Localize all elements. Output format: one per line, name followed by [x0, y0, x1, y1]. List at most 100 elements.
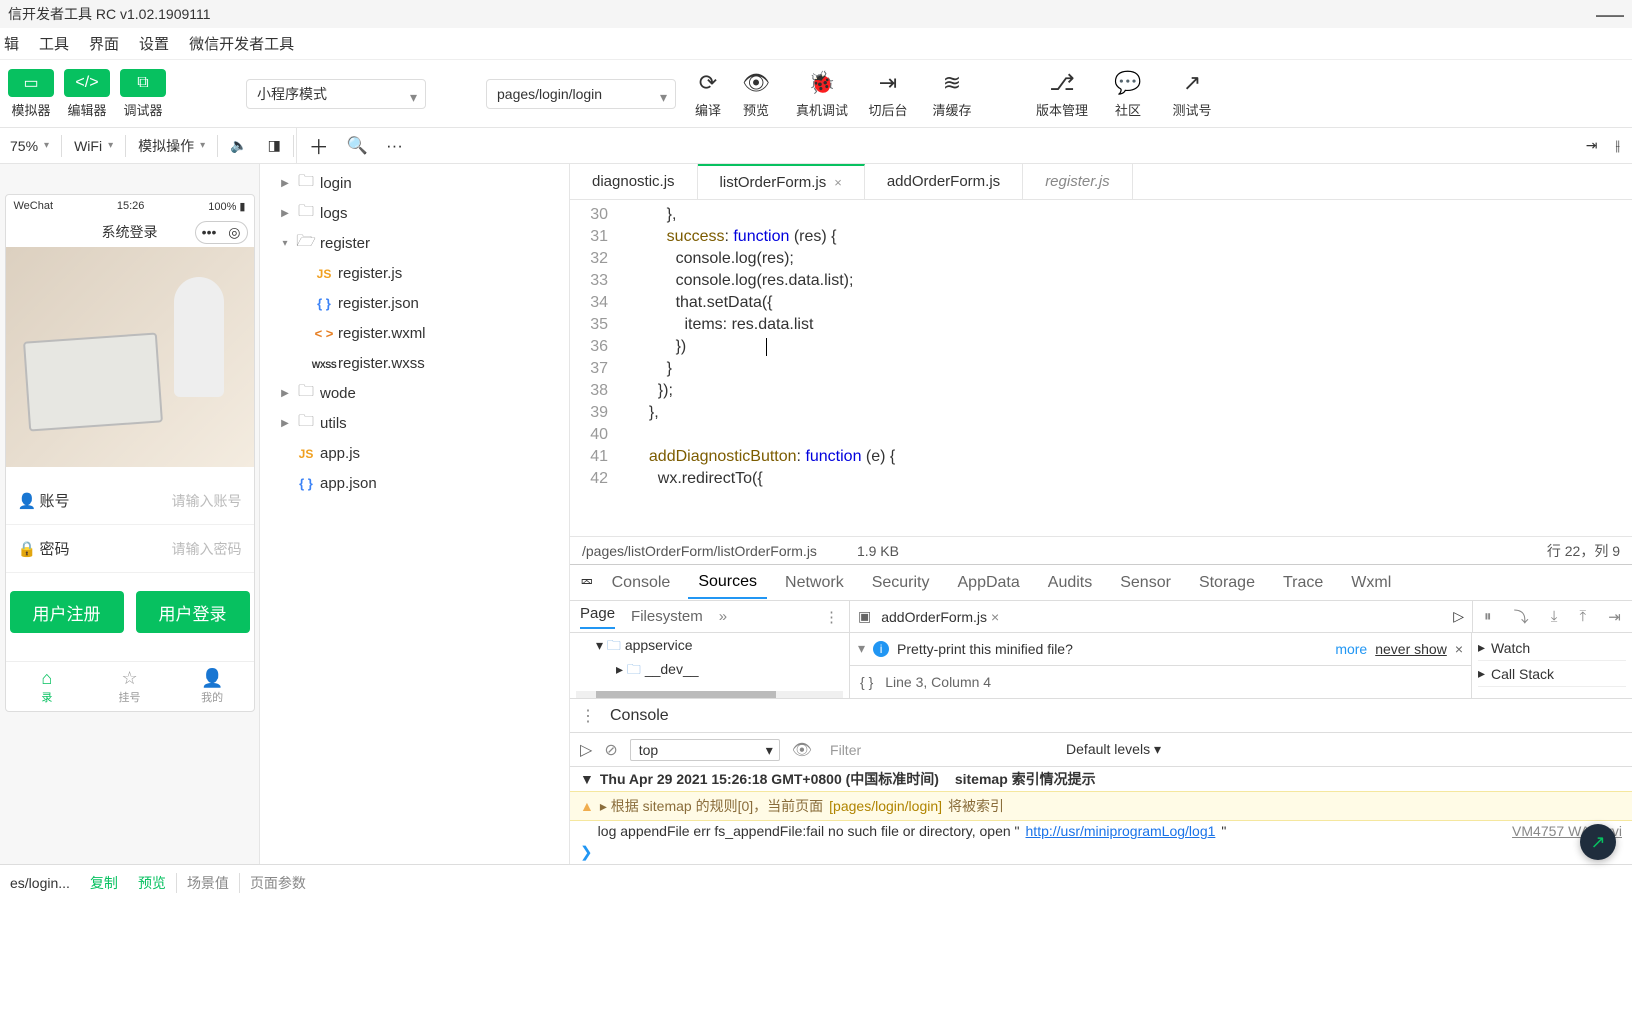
devtools-tab-sources[interactable]: Sources — [688, 567, 767, 599]
devtools-tab-storage[interactable]: Storage — [1189, 568, 1265, 598]
menu-tools[interactable]: 工具 — [39, 33, 69, 54]
tabbar-mine[interactable]: 👤我的 — [171, 662, 254, 711]
format-icon[interactable]: { } — [860, 674, 873, 690]
play-icon[interactable]: ▷ — [1453, 608, 1464, 625]
tree-register.wxss[interactable]: WXSSregister.wxss — [260, 348, 569, 378]
pretty-never-link[interactable]: never show — [1375, 641, 1447, 657]
dropdown-icon[interactable]: ▾ — [858, 640, 865, 657]
tree-register.wxml[interactable]: < >register.wxml — [260, 318, 569, 348]
app-mode-select[interactable]: 小程序模式 — [246, 79, 426, 109]
preview-button[interactable]: 👁预览 — [732, 69, 780, 119]
code-body[interactable]: }, success: function (res) { console.log… — [620, 200, 1632, 536]
sidebar-toggle-icon[interactable]: ▣ — [858, 608, 871, 625]
search-button[interactable]: 🔍 — [347, 136, 368, 156]
editor-tab[interactable]: diagnostic.js — [570, 164, 698, 199]
devtools-tab-audits[interactable]: Audits — [1038, 568, 1102, 598]
debugger-toggle[interactable]: ⧉调试器 — [120, 69, 166, 119]
log-group[interactable]: ▼ Thu Apr 29 2021 15:26:18 GMT+0800 (中国标… — [570, 767, 1632, 791]
devtools-tab-wxml[interactable]: Wxml — [1341, 568, 1401, 598]
step-out-icon[interactable]: ⤒ — [1580, 608, 1587, 625]
devtools-tab-sensor[interactable]: Sensor — [1110, 568, 1181, 598]
tabbar-home[interactable]: ⌂录 — [6, 662, 89, 711]
console-prompt[interactable]: ❯ — [570, 841, 1632, 863]
account-field[interactable]: 👤 账号 请输入账号 — [6, 477, 254, 525]
remote-debug-button[interactable]: 🐞真机调试 — [796, 69, 848, 119]
mute-button[interactable]: 🔈 — [220, 128, 257, 164]
version-button[interactable]: ⎇版本管理 — [1036, 69, 1088, 119]
pause-icon[interactable]: ⏸ — [1484, 608, 1492, 625]
tree-wode[interactable]: ▶🗀wode — [260, 378, 569, 408]
tree-register.js[interactable]: JSregister.js — [260, 258, 569, 288]
live-icon[interactable]: 👁 — [792, 740, 812, 760]
step-over-icon[interactable]: ⤵ — [1514, 606, 1529, 627]
kebab-icon[interactable]: ⋮ — [824, 608, 839, 626]
float-action-button[interactable]: ↗ — [1580, 824, 1616, 860]
compile-button[interactable]: ⟳编译 — [684, 69, 732, 119]
register-button[interactable]: 用户注册 — [10, 591, 124, 633]
watch-section[interactable]: ▸ Watch — [1478, 635, 1626, 661]
login-button[interactable]: 用户登录 — [136, 591, 250, 633]
play-icon[interactable]: ▷ — [580, 740, 592, 760]
context-select[interactable]: top — [630, 739, 780, 761]
community-button[interactable]: 💬社区 — [1104, 69, 1152, 119]
tree-login[interactable]: ▶🗀login — [260, 168, 569, 198]
tree-register[interactable]: ▾🗁register — [260, 228, 569, 258]
editor-tab[interactable]: listOrderForm.js× — [698, 164, 865, 199]
kebab-icon[interactable]: ⋮ — [580, 706, 596, 726]
page-path-select[interactable]: pages/login/login — [486, 79, 676, 109]
background-button[interactable]: ⇥切后台 — [864, 69, 912, 119]
split-button[interactable]: ⫲ — [1615, 137, 1620, 154]
simulator-toggle[interactable]: ▭模拟器 — [8, 69, 54, 119]
sources-tree[interactable]: ▾ 🗀 appservice ▸ 🗀 __dev__ — [570, 633, 850, 698]
devtools-tab-network[interactable]: Network — [775, 568, 854, 598]
network-select[interactable]: WiFi▾ — [64, 128, 123, 164]
menu-settings[interactable]: 设置 — [139, 33, 169, 54]
preview-link[interactable]: 预览 — [128, 873, 176, 893]
capsule-button[interactable]: ••• ◎ — [195, 221, 248, 244]
callstack-section[interactable]: ▸ Call Stack — [1478, 661, 1626, 687]
zoom-select[interactable]: 75%▾ — [0, 128, 59, 164]
sim-operation-select[interactable]: 模拟操作▾ — [128, 128, 215, 164]
tabbar-register[interactable]: ☆挂号 — [88, 662, 171, 711]
devtools-tab-appdata[interactable]: AppData — [948, 568, 1030, 598]
clear-cache-button[interactable]: ≋清缓存 — [928, 69, 976, 119]
copy-link[interactable]: 复制 — [80, 873, 128, 893]
tree-app.js[interactable]: JSapp.js — [260, 438, 569, 468]
step-icon[interactable]: ⇥ — [1608, 608, 1621, 626]
devtools-tab-trace[interactable]: Trace — [1273, 568, 1333, 598]
sources-filesystem-tab[interactable]: Filesystem — [631, 608, 703, 625]
inspect-icon[interactable]: ⮹ — [580, 573, 594, 593]
log-url-link[interactable]: http://usr/miniprogramLog/log1 — [1026, 823, 1216, 839]
devtools-tab-security[interactable]: Security — [862, 568, 940, 598]
tree-utils[interactable]: ▶🗀utils — [260, 408, 569, 438]
close-icon[interactable]: × — [1455, 641, 1463, 657]
filter-input[interactable]: Filter — [824, 740, 1054, 760]
dock-button[interactable]: ◨ — [258, 128, 291, 164]
step-into-icon[interactable]: ⤓ — [1551, 608, 1558, 625]
password-field[interactable]: 🔒 密码 请输入密码 — [6, 525, 254, 573]
indent-button[interactable]: ⇥ — [1586, 137, 1598, 154]
devtools-tab-console[interactable]: Console — [602, 568, 681, 598]
tree-register.json[interactable]: { }register.json — [260, 288, 569, 318]
scrollbar[interactable] — [576, 691, 843, 698]
menu-interface[interactable]: 界面 — [89, 33, 119, 54]
close-icon[interactable]: × — [991, 609, 999, 625]
more-button[interactable]: ··· — [386, 136, 403, 156]
menu-wxdevtools[interactable]: 微信开发者工具 — [189, 33, 294, 54]
opened-file[interactable]: addOrderForm.js × — [881, 609, 999, 625]
editor-tab[interactable]: addOrderForm.js — [865, 164, 1023, 199]
editor-toggle[interactable]: </>编辑器 — [64, 69, 110, 119]
new-file-button[interactable]: ＋ — [309, 131, 329, 160]
pretty-more-link[interactable]: more — [1335, 641, 1367, 657]
tree-logs[interactable]: ▶🗀logs — [260, 198, 569, 228]
test-account-button[interactable]: ↗测试号 — [1168, 69, 1216, 119]
menu-edit[interactable]: 辑 — [4, 33, 19, 54]
minimize-button[interactable]: — — [1596, 0, 1624, 30]
levels-select[interactable]: Default levels ▾ — [1066, 741, 1161, 758]
editor-tab[interactable]: register.js — [1023, 164, 1132, 199]
close-icon[interactable]: × — [834, 175, 842, 190]
clear-icon[interactable]: ⊘ — [604, 740, 617, 760]
sources-page-tab[interactable]: Page — [580, 605, 615, 629]
tree-app.json[interactable]: { }app.json — [260, 468, 569, 498]
expand-icon[interactable]: » — [719, 608, 727, 625]
